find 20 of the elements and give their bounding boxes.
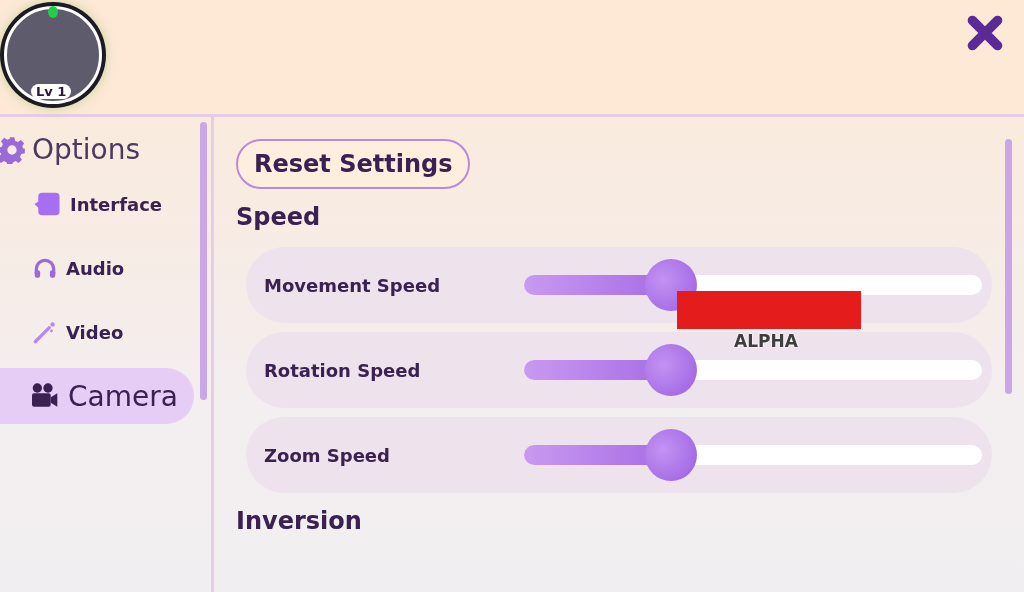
- sidebar-item[interactable]: Interface: [0, 176, 175, 232]
- setting-label: Rotation Speed: [264, 359, 422, 381]
- scrollbar[interactable]: [200, 122, 207, 400]
- slider-thumb[interactable]: [644, 344, 697, 396]
- sidebar-item[interactable]: Camera: [0, 368, 194, 424]
- setting-label: Zoom Speed: [264, 444, 391, 466]
- slider[interactable]: [524, 429, 982, 481]
- watermark-caption: ALPHA: [734, 331, 798, 351]
- sidebar-item[interactable]: Video: [0, 304, 136, 360]
- section-heading: Speed: [236, 203, 322, 231]
- scrollbar[interactable]: [1005, 139, 1012, 394]
- setting-label: Movement Speed: [264, 274, 442, 296]
- gear-icon: [0, 135, 26, 164]
- section-heading: Inversion: [236, 507, 363, 535]
- slider-thumb[interactable]: [644, 429, 697, 481]
- wand-icon: [32, 319, 58, 345]
- sidebar-title: Options: [32, 133, 141, 166]
- sidebar-item[interactable]: Audio: [0, 240, 137, 296]
- level-badge: Lv 1: [31, 84, 72, 99]
- reset-settings-button[interactable]: Reset Settings: [236, 139, 471, 189]
